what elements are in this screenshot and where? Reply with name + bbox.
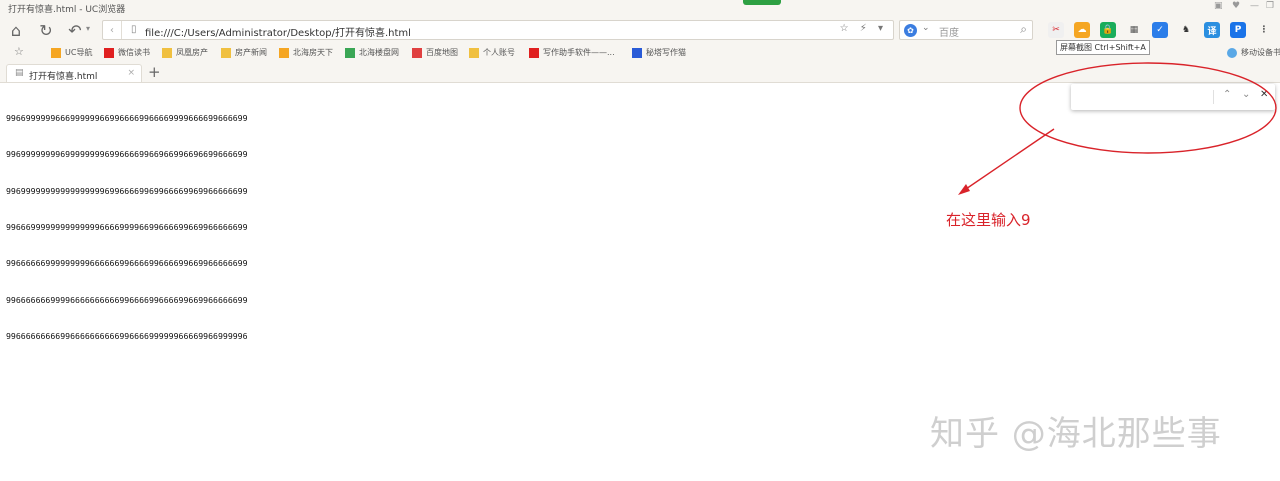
evernote-icon[interactable]: ♞ — [1178, 22, 1194, 38]
bookmark-icon — [104, 47, 114, 58]
menu-icon[interactable]: ⋮ — [1256, 22, 1272, 38]
bookmark-icon — [632, 47, 642, 58]
bookmark-star-icon[interactable]: ☆ — [14, 45, 24, 58]
home-icon[interactable]: ⌂ — [5, 19, 27, 41]
maximize-icon[interactable]: ❐ — [1266, 1, 1274, 11]
bookmark-item[interactable]: 微信读书 — [104, 47, 150, 58]
watermark: 知乎 @海北那些事 — [930, 414, 1222, 454]
search-box[interactable]: ✿ ⌄ 百度 ⌕ — [899, 20, 1033, 40]
bookmark-label: 北海楼盘网 — [359, 48, 399, 57]
window-title: 打开有惊喜.html - UC浏览器 — [8, 5, 126, 15]
translate-icon[interactable]: 译 — [1204, 22, 1220, 38]
cloud-icon[interactable]: ☁ — [1074, 22, 1090, 38]
bookmark-item[interactable]: 北海房天下 — [279, 47, 333, 58]
bookmark-icon — [345, 47, 355, 58]
undo-close-icon[interactable]: ↶ — [64, 19, 86, 41]
address-actions-icons[interactable]: ☆ ⚡ ▾ — [840, 23, 887, 34]
minimize-icon[interactable]: — — [1250, 1, 1259, 11]
close-tab-icon[interactable]: × — [127, 68, 135, 78]
lock-icon[interactable]: 🔒 — [1100, 22, 1116, 38]
bookmark-icon — [529, 47, 539, 58]
bookmark-item[interactable]: 个人账号 — [469, 47, 515, 58]
content-line: 9966666699999999966666699666699666699669… — [6, 258, 248, 269]
document-icon: ▤ — [15, 68, 24, 78]
mobile-device-label: 移动设备书 — [1241, 48, 1280, 57]
search-input[interactable]: 百度 — [939, 24, 959, 39]
annotation-label: 在这里输入9 — [946, 211, 1031, 229]
address-bar[interactable]: ‹ ▯ file:///C:/Users/Administrator/Deskt… — [102, 20, 894, 40]
bookmark-icon — [51, 47, 61, 58]
back-icon[interactable]: ‹ — [103, 21, 122, 39]
p-icon[interactable]: P — [1230, 22, 1246, 38]
content-line: 9966666666699666666666699666699999966669… — [6, 330, 248, 341]
bookmark-label: 房产新闻 — [235, 48, 267, 57]
find-close-icon[interactable]: ✕ — [1260, 89, 1268, 100]
bookmark-label: 微信读书 — [118, 48, 150, 57]
page-content: 9966999999666999999669966669966669999666… — [6, 88, 248, 354]
qr-icon[interactable]: ▦ — [1126, 22, 1142, 38]
bookmark-item[interactable]: UC导航 — [51, 47, 92, 58]
page-icon: ▯ — [131, 24, 137, 35]
search-icon[interactable]: ⌕ — [1020, 22, 1027, 37]
content-line: 9966666669999666666666699666699666699669… — [6, 294, 248, 305]
tab-active[interactable]: ▤ 打开有惊喜.html × — [6, 64, 142, 82]
bookmark-item[interactable]: 写作助手软件——... — [529, 47, 615, 58]
tab-title: 打开有惊喜.html — [29, 72, 98, 82]
undo-chevron-icon[interactable]: ▾ — [86, 24, 90, 33]
new-tab-icon[interactable]: + — [148, 63, 161, 81]
find-separator — [1213, 90, 1214, 104]
content-line: 9969999999969999999969966669966966996696… — [6, 149, 248, 160]
find-bar: ⌃ ⌄ ✕ — [1071, 84, 1275, 110]
title-bar: 打开有惊喜.html - UC浏览器 ▣ ♥ — ❐ — [0, 0, 1280, 16]
scissors-icon[interactable]: ✂ — [1048, 22, 1064, 38]
content-line: 9966699999999999999666699996699666699669… — [6, 222, 248, 233]
address-url[interactable]: file:///C:/Users/Administrator/Desktop/打… — [145, 24, 411, 39]
window-restore-icon[interactable]: ▣ — [1214, 1, 1223, 11]
bookmark-item[interactable]: 凤凰房产 — [162, 47, 208, 58]
content-line: 9969999999999999999969966669969966669969… — [6, 185, 248, 196]
skin-icon[interactable]: ♥ — [1232, 1, 1240, 11]
bookmark-icon — [279, 47, 289, 58]
find-input[interactable] — [1077, 89, 1217, 107]
bookmark-icon — [412, 47, 422, 58]
bookmark-item[interactable]: 房产新闻 — [221, 47, 267, 58]
annotation-arrow-head — [958, 184, 970, 195]
content-line: 9966999999666999999669966669966669999666… — [6, 113, 248, 124]
status-indicator — [743, 0, 781, 5]
find-previous-icon[interactable]: ⌃ — [1223, 89, 1231, 100]
bookmark-item[interactable]: 百度地图 — [412, 47, 458, 58]
find-next-icon[interactable]: ⌄ — [1242, 89, 1250, 100]
bookmark-icon — [221, 47, 231, 58]
bookmark-item[interactable]: 秘塔写作猫 — [632, 47, 686, 58]
cloud-device-icon — [1227, 47, 1237, 58]
reload-icon[interactable]: ↻ — [35, 19, 57, 41]
bookmark-icon — [162, 47, 172, 58]
bookmark-icon — [469, 47, 479, 58]
mobile-device-bookmarks[interactable]: 移动设备书 — [1227, 47, 1280, 58]
check-icon[interactable]: ✓ — [1152, 22, 1168, 38]
bookmark-label: 写作助手软件——... — [543, 48, 615, 57]
baidu-engine-icon[interactable]: ✿ — [904, 24, 917, 37]
bookmark-label: 个人账号 — [483, 48, 515, 57]
bookmark-label: 凤凰房产 — [176, 48, 208, 57]
tab-bar: ▤ 打开有惊喜.html × + — [0, 62, 1280, 83]
bookmark-item[interactable]: 北海楼盘网 — [345, 47, 399, 58]
bookmark-label: 北海房天下 — [293, 48, 333, 57]
bookmark-label: UC导航 — [65, 48, 93, 57]
engine-chevron-icon[interactable]: ⌄ — [922, 23, 930, 33]
bookmark-label: 秘塔写作猫 — [646, 48, 686, 57]
screenshot-tooltip: 屏幕截图 Ctrl+Shift+A — [1056, 40, 1150, 55]
annotation-arrow-line — [962, 128, 1055, 192]
bookmark-label: 百度地图 — [426, 48, 458, 57]
